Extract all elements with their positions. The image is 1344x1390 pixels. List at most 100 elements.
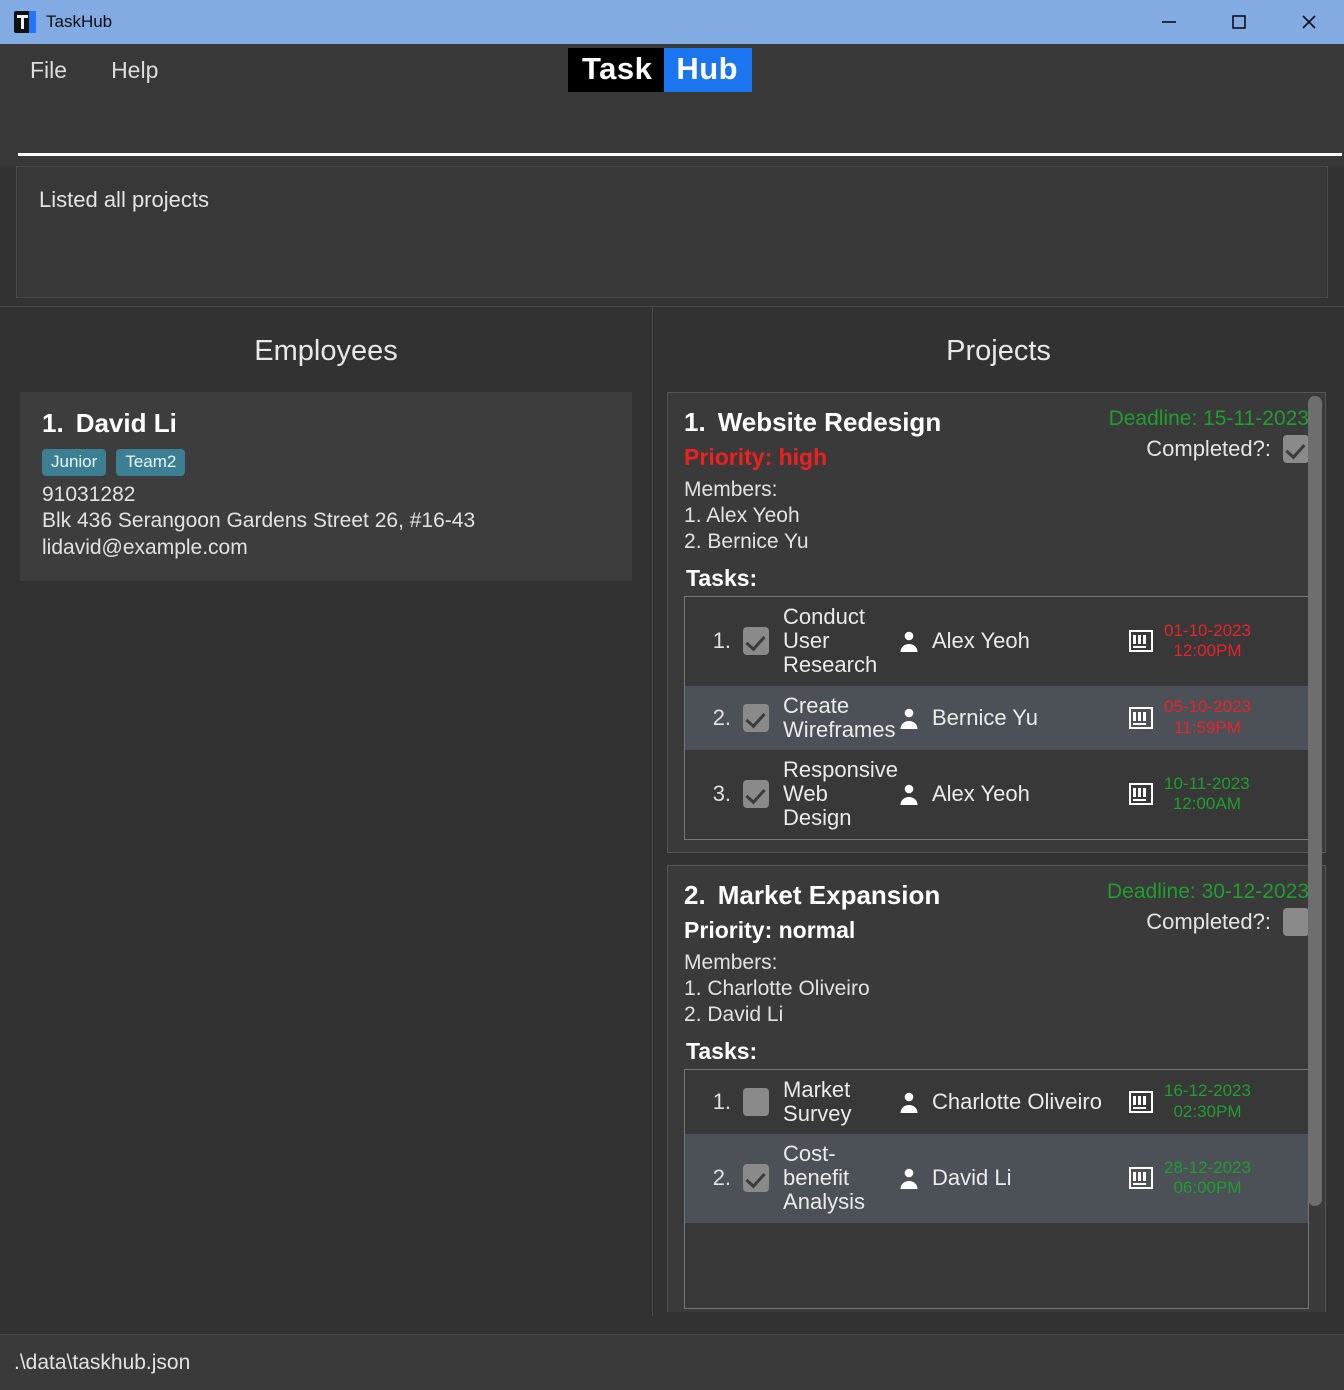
menu-item-help[interactable]: Help <box>97 53 172 88</box>
task-deadline-text: 28-12-2023 06:00PM <box>1164 1158 1251 1199</box>
task-name: Responsive Web Design <box>783 757 898 831</box>
task-owner-name: Bernice Yu <box>932 704 1039 730</box>
task-deadline: 10-11-2023 12:00AM <box>1128 774 1298 815</box>
task-done-checkbox[interactable] <box>743 703 770 732</box>
task-owner: Alex Yeoh <box>898 782 1128 806</box>
task-done-checkbox[interactable] <box>743 1087 770 1116</box>
person-icon <box>900 708 918 729</box>
completed-label: Completed?: <box>1146 908 1271 934</box>
task-deadline: 01-10-2023 12:00PM <box>1128 621 1298 662</box>
task-index: 3. <box>712 781 732 807</box>
projects-scrollbar-thumb[interactable] <box>1308 396 1322 1206</box>
task-date: 05-10-2023 <box>1164 697 1251 717</box>
tag-junior: Junior <box>42 449 107 476</box>
task-done-checkbox[interactable] <box>743 780 770 809</box>
task-date: 16-12-2023 <box>1164 1081 1251 1101</box>
menu-item-file[interactable]: File <box>16 53 81 88</box>
person-icon <box>900 1092 918 1113</box>
completed-label: Completed?: <box>1146 436 1271 461</box>
taskhub-logo-icon <box>14 11 36 33</box>
close-icon[interactable] <box>1274 0 1344 44</box>
list-item[interactable]: 1. David Li Junior Team2 91031282 Blk 436… <box>20 392 633 582</box>
task-owner-name: Charlotte Oliveiro <box>932 1088 1102 1114</box>
employees-panel: Employees 1. David Li Junior Team2 910312… <box>0 307 654 1316</box>
task-owner-name: Alex Yeoh <box>932 628 1030 654</box>
employee-list: 1. David Li Junior Team2 91031282 Blk 436… <box>0 392 652 582</box>
project-completed-row: Completed?: <box>1009 907 1309 936</box>
main-content: Employees 1. David Li Junior Team2 910312… <box>0 306 1344 1316</box>
project-name: Market Expansion <box>717 879 941 910</box>
task-owner-name: Alex Yeoh <box>932 781 1030 807</box>
project-index: 1. <box>684 407 706 437</box>
status-file-path: .\data\taskhub.json <box>14 1350 191 1374</box>
calendar-icon <box>1129 783 1153 806</box>
project-member: 2. David Li <box>684 1002 784 1026</box>
window-title: TaskHub <box>46 12 113 31</box>
task-date: 01-10-2023 <box>1164 620 1251 640</box>
task-deadline-text: 01-10-2023 12:00PM <box>1164 621 1251 662</box>
list-item[interactable]: 2. Market Expansion Priority: normal Memb… <box>667 864 1326 1312</box>
task-time: 06:00PM <box>1173 1178 1242 1198</box>
project-name: Website Redesign <box>717 407 942 437</box>
employee-tags: Junior Team2 <box>42 449 610 476</box>
minimize-icon[interactable] <box>1134 0 1204 44</box>
task-time: 11:59PM <box>1174 717 1241 737</box>
command-input[interactable] <box>16 96 1328 144</box>
project-member: 1. Charlotte Oliveiro <box>684 976 870 1000</box>
project-title-row: 2. Market Expansion <box>684 880 1009 911</box>
task-index: 2. <box>712 704 732 730</box>
task-deadline-text: 05-10-2023 11:59PM <box>1164 697 1251 738</box>
project-priority: Priority: normal <box>684 916 856 943</box>
command-input-underline <box>18 153 1342 156</box>
table-row[interactable]: 1. Conduct User Research Alex Yeoh 01-10… <box>685 597 1308 686</box>
calendar-icon <box>1129 706 1153 729</box>
task-date: 28-12-2023 <box>1164 1157 1251 1177</box>
person-icon <box>900 1169 918 1190</box>
employee-phone: 91031282 <box>42 483 136 506</box>
table-row[interactable]: 1. Market Survey Charlotte Oliveiro 16-1… <box>685 1069 1308 1135</box>
task-index: 1. <box>712 1088 732 1114</box>
task-done-checkbox[interactable] <box>743 627 770 656</box>
task-owner: Alex Yeoh <box>898 629 1128 653</box>
status-bar: .\data\taskhub.json <box>0 1334 1344 1390</box>
result-area: Listed all projects <box>0 166 1344 306</box>
task-index: 1. <box>712 628 732 654</box>
app-logo-task: Task <box>568 48 665 92</box>
table-row[interactable]: 3. Responsive Web Design Alex Yeoh 10-11… <box>685 750 1308 839</box>
task-deadline-text: 16-12-2023 02:30PM <box>1164 1081 1251 1122</box>
members-label: Members: <box>684 478 778 501</box>
task-deadline: 28-12-2023 06:00PM <box>1128 1158 1298 1199</box>
result-display: Listed all projects <box>16 166 1328 298</box>
task-owner-name: David Li <box>932 1165 1012 1191</box>
project-completed-checkbox[interactable] <box>1283 435 1309 463</box>
table-row[interactable]: 2. Cost-benefit Analysis David Li 28-12-… <box>685 1134 1308 1223</box>
task-deadline: 05-10-2023 11:59PM <box>1128 697 1298 738</box>
maximize-icon[interactable] <box>1204 0 1274 44</box>
calendar-icon <box>1129 1090 1153 1113</box>
list-item[interactable]: 1. Website Redesign Priority: high Member… <box>667 392 1326 853</box>
project-member: 1. Alex Yeoh <box>684 504 800 528</box>
project-priority: Priority: high <box>684 444 828 470</box>
tasks-label: Tasks: <box>686 1037 758 1064</box>
task-owner: Charlotte Oliveiro <box>898 1088 1128 1114</box>
task-time: 02:30PM <box>1173 1101 1242 1121</box>
project-completed-row: Completed?: <box>1009 435 1309 463</box>
projects-title: Projects <box>946 335 1051 367</box>
table-row[interactable]: 2. Create Wireframes Bernice Yu 05-10-20… <box>685 685 1308 751</box>
app-logo: Task Hub <box>568 48 753 92</box>
employee-email: lidavid@example.com <box>42 535 248 559</box>
task-owner: Bernice Yu <box>898 704 1128 730</box>
person-icon <box>900 785 918 806</box>
task-list: 1. Conduct User Research Alex Yeoh 01-10… <box>684 596 1309 840</box>
title-bar: TaskHub <box>0 0 1344 44</box>
task-done-checkbox[interactable] <box>743 1164 770 1193</box>
project-completed-checkbox[interactable] <box>1283 907 1309 936</box>
task-list: 1. Market Survey Charlotte Oliveiro 16-1… <box>684 1068 1309 1309</box>
members-label: Members: <box>684 950 778 974</box>
task-name: Conduct User Research <box>783 604 878 678</box>
project-deadline: Deadline: 15-11-2023 <box>1108 407 1309 430</box>
task-name: Create Wireframes <box>783 692 896 742</box>
window-controls <box>1134 0 1344 44</box>
employee-name-row: 1. David Li <box>42 408 610 439</box>
projects-scrollbar[interactable] <box>1308 396 1322 1216</box>
